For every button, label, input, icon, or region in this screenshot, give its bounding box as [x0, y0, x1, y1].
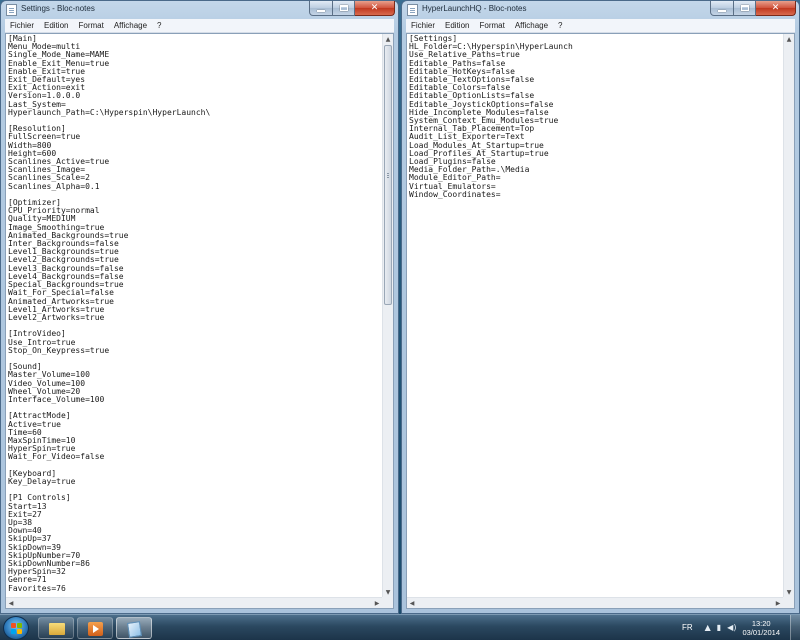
text-editor[interactable]: [Main] Menu_Mode=multi Single_Mode_Name=… — [5, 33, 394, 609]
language-indicator[interactable]: FR — [682, 623, 693, 632]
scroll-down-icon[interactable]: ▼ — [784, 587, 794, 597]
maximize-button[interactable] — [333, 1, 355, 16]
maximize-button[interactable] — [734, 1, 756, 16]
title-bar[interactable]: Settings - Bloc-notes ✕ — [1, 1, 398, 19]
media-player-icon — [88, 622, 103, 636]
clock-date: 03/01/2014 — [742, 627, 780, 637]
scroll-right-icon[interactable]: ▶ — [773, 598, 783, 608]
maximize-icon — [339, 5, 348, 11]
taskbar-notepad-button[interactable] — [116, 617, 152, 639]
minimize-icon — [317, 9, 325, 12]
taskbar-explorer-button[interactable] — [38, 617, 74, 639]
menu-edition[interactable]: Edition — [440, 21, 474, 30]
menu-affichage[interactable]: Affichage — [510, 21, 553, 30]
scroll-corner — [382, 597, 393, 608]
menu-help[interactable]: ? — [152, 21, 166, 30]
editor-text[interactable]: [Settings] HL_Folder=C:\Hyperspin\HyperL… — [409, 35, 782, 596]
notepad-window-settings[interactable]: Settings - Bloc-notes ✕ Fichier Edition … — [0, 0, 399, 614]
clock-time: 13:20 — [751, 618, 771, 628]
window-title: HyperLaunchHQ - Bloc-notes — [422, 4, 527, 13]
scroll-thumb[interactable] — [384, 45, 392, 305]
close-button[interactable]: ✕ — [355, 1, 395, 16]
minimize-button[interactable] — [309, 1, 333, 16]
menu-bar: Fichier Edition Format Affichage ? — [5, 19, 394, 33]
close-button[interactable]: ✕ — [756, 1, 796, 16]
scroll-corner — [783, 597, 794, 608]
editor-text[interactable]: [Main] Menu_Mode=multi Single_Mode_Name=… — [8, 35, 381, 596]
menu-fichier[interactable]: Fichier — [5, 21, 39, 30]
taskbar: FR ▲ ▮ ◀) 13:20 03/01/2014 — [0, 614, 800, 640]
vertical-scrollbar[interactable]: ▲ ▼ — [382, 34, 393, 597]
clock[interactable]: 13:20 03/01/2014 — [742, 619, 780, 637]
vertical-scrollbar[interactable]: ▲ ▼ — [783, 34, 794, 597]
caption-buttons: ✕ — [710, 1, 796, 16]
notepad-icon[interactable] — [6, 4, 17, 16]
maximize-icon — [740, 5, 749, 11]
close-icon: ✕ — [370, 3, 379, 13]
volume-icon[interactable]: ◀) — [727, 623, 736, 632]
notepad-window-hyperlaunchhq[interactable]: HyperLaunchHQ - Bloc-notes ✕ Fichier Edi… — [401, 0, 800, 614]
scroll-up-icon[interactable]: ▲ — [383, 34, 393, 44]
menu-edition[interactable]: Edition — [39, 21, 73, 30]
scroll-right-icon[interactable]: ▶ — [372, 598, 382, 608]
start-button[interactable] — [3, 616, 29, 640]
show-hidden-icons-icon[interactable]: ▲ — [705, 623, 711, 632]
network-icon[interactable]: ▮ — [717, 623, 721, 632]
show-desktop-button[interactable] — [790, 615, 800, 640]
taskbar-media-player-button[interactable] — [77, 617, 113, 639]
minimize-button[interactable] — [710, 1, 734, 16]
scroll-left-icon[interactable]: ◀ — [407, 598, 417, 608]
text-editor[interactable]: [Settings] HL_Folder=C:\Hyperspin\HyperL… — [406, 33, 795, 609]
scroll-left-icon[interactable]: ◀ — [6, 598, 16, 608]
caption-buttons: ✕ — [309, 1, 395, 16]
minimize-icon — [718, 9, 726, 12]
title-bar[interactable]: HyperLaunchHQ - Bloc-notes ✕ — [402, 1, 799, 19]
menu-format[interactable]: Format — [73, 21, 108, 30]
notepad-icon — [127, 621, 142, 638]
horizontal-scrollbar[interactable]: ◀ ▶ — [407, 597, 783, 608]
windows-logo-icon — [11, 623, 23, 635]
scroll-down-icon[interactable]: ▼ — [383, 587, 393, 597]
menu-format[interactable]: Format — [474, 21, 509, 30]
notepad-icon[interactable] — [407, 4, 418, 16]
menu-bar: Fichier Edition Format Affichage ? — [406, 19, 795, 33]
menu-fichier[interactable]: Fichier — [406, 21, 440, 30]
menu-affichage[interactable]: Affichage — [109, 21, 152, 30]
close-icon: ✕ — [771, 3, 780, 13]
menu-help[interactable]: ? — [553, 21, 567, 30]
horizontal-scrollbar[interactable]: ◀ ▶ — [6, 597, 382, 608]
scroll-up-icon[interactable]: ▲ — [784, 34, 794, 44]
explorer-folder-icon — [49, 623, 65, 635]
window-title: Settings - Bloc-notes — [21, 4, 95, 13]
system-tray: FR ▲ ▮ ◀) 13:20 03/01/2014 — [682, 615, 800, 640]
